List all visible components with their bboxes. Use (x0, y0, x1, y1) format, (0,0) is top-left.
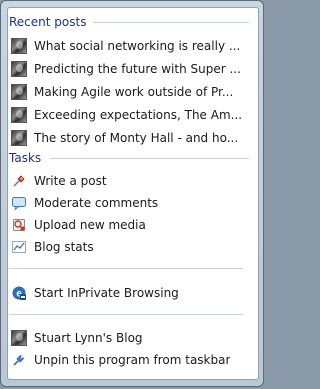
tasks-header: Tasks (9, 151, 42, 165)
recent-post-item[interactable]: Predicting the future with Super ... (7, 58, 245, 80)
unpin-program-item[interactable]: Unpin this program from taskbar (7, 349, 245, 371)
program-label: Stuart Lynn's Blog (34, 331, 143, 345)
unpin-label: Unpin this program from taskbar (34, 353, 231, 367)
inprivate-label: Start InPrivate Browsing (34, 286, 179, 300)
task-moderate-comments[interactable]: Moderate comments (7, 192, 245, 214)
recent-post-item[interactable]: The story of Monty Hall - and ho... (7, 127, 245, 149)
pushpin-pen-icon (11, 173, 27, 189)
post-thumbnail-icon (11, 84, 27, 100)
recent-post-label: What social networking is really ... (34, 39, 241, 53)
unpin-icon (11, 352, 27, 368)
post-thumbnail-icon (11, 130, 27, 146)
section-divider (9, 268, 243, 269)
section-divider (9, 314, 243, 315)
task-upload-media[interactable]: Upload new media (7, 214, 245, 236)
task-write-post[interactable]: Write a post (7, 170, 245, 192)
blog-thumbnail-icon (11, 330, 27, 346)
recent-post-label: Predicting the future with Super ... (34, 62, 241, 76)
recent-post-label: Making Agile work outside of Pr... (34, 85, 234, 99)
recent-post-item[interactable]: What social networking is really ... (7, 35, 245, 57)
post-thumbnail-icon (11, 38, 27, 54)
task-label: Moderate comments (34, 196, 159, 210)
post-thumbnail-icon (11, 107, 27, 123)
recent-posts-header: Recent posts (9, 15, 87, 29)
speech-bubble-icon (11, 195, 27, 211)
media-upload-icon (11, 217, 27, 233)
post-thumbnail-icon (11, 61, 27, 77)
recent-post-item[interactable]: Making Agile work outside of Pr... (7, 81, 245, 103)
recent-posts-header-divider (93, 22, 249, 23)
start-inprivate-browsing[interactable]: e Start InPrivate Browsing (7, 282, 245, 304)
task-label: Write a post (34, 174, 107, 188)
line-chart-icon (11, 239, 27, 255)
task-label: Blog stats (34, 240, 94, 254)
inprivate-icon: e (11, 285, 27, 301)
tasks-header-divider (50, 158, 249, 159)
recent-post-label: The story of Monty Hall - and ho... (34, 131, 239, 145)
recent-post-label: Exceeding expectations, The Am... (34, 108, 243, 122)
task-label: Upload new media (34, 218, 146, 232)
pinned-program-item[interactable]: Stuart Lynn's Blog (7, 327, 245, 349)
recent-post-item[interactable]: Exceeding expectations, The Am... (7, 104, 245, 126)
task-blog-stats[interactable]: Blog stats (7, 236, 245, 258)
